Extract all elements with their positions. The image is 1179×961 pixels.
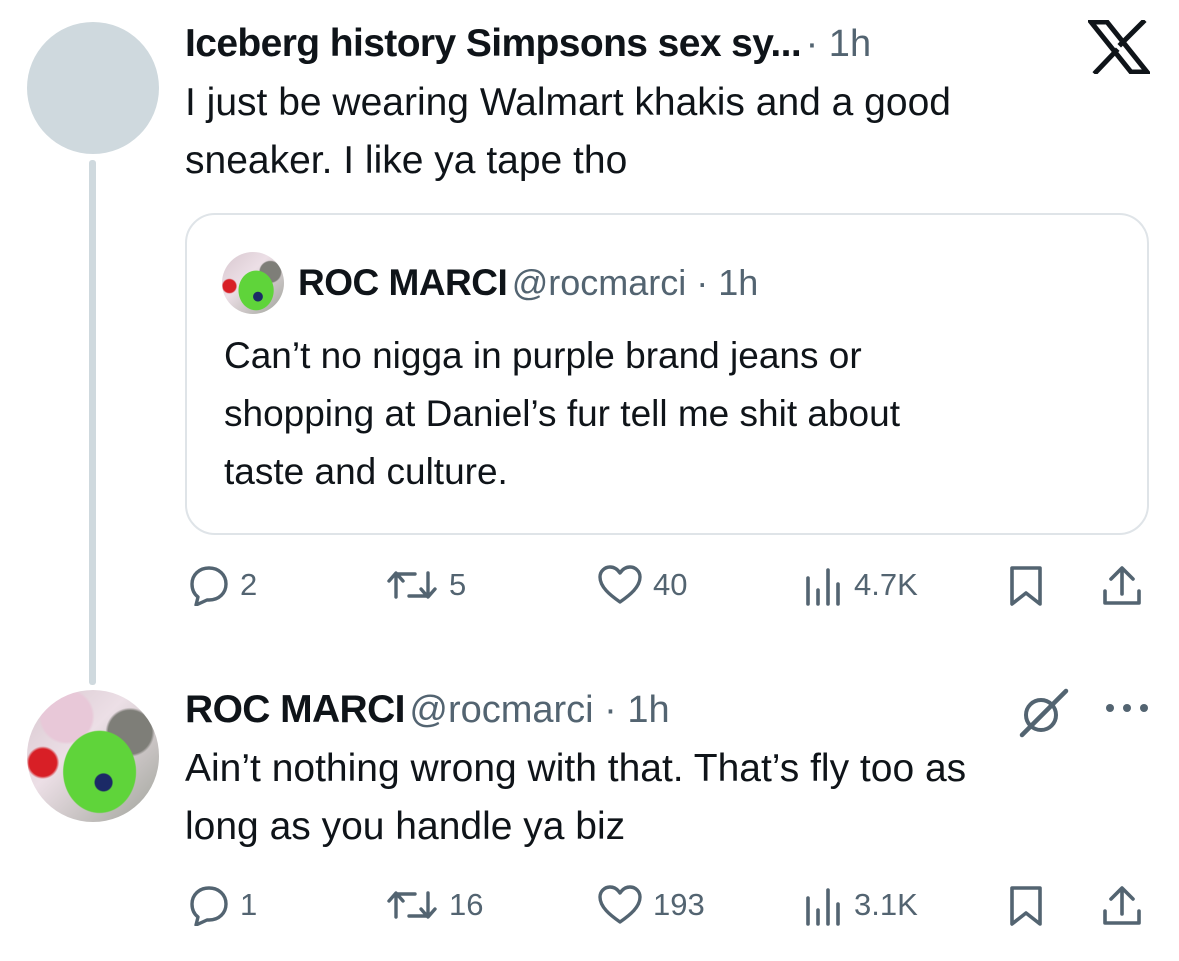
display-name[interactable]: ROC MARCI bbox=[185, 688, 406, 731]
repost-count: 16 bbox=[449, 887, 484, 922]
repost-icon bbox=[387, 571, 437, 599]
quote-header: ROC MARCI @rocmarci · 1h bbox=[298, 264, 758, 301]
tweet-text: I just be wearing Walmart khakis and a g… bbox=[185, 74, 1135, 190]
like-button[interactable]: 193 bbox=[597, 884, 705, 926]
display-name[interactable]: Iceberg history Simpsons sex sy... bbox=[185, 22, 802, 65]
timestamp[interactable]: · 1h bbox=[806, 23, 871, 65]
bookmark-icon[interactable] bbox=[1006, 564, 1046, 613]
reply-button[interactable]: 1 bbox=[188, 884, 257, 926]
handle-timestamp[interactable]: @rocmarci · 1h bbox=[409, 689, 669, 731]
views-button[interactable]: 4.7K bbox=[802, 564, 918, 606]
tweet-text-line: I just be wearing Walmart khakis and a g… bbox=[185, 81, 951, 124]
tweet-text-line: sneaker. I like ya tape tho bbox=[185, 139, 628, 182]
repost-icon bbox=[387, 891, 437, 919]
like-button[interactable]: 40 bbox=[597, 564, 687, 606]
quote-handle-time[interactable]: @rocmarci · 1h bbox=[512, 262, 759, 303]
quote-avatar[interactable] bbox=[222, 252, 284, 314]
tweet-text-line: Ain’t nothing wrong with that. That’s fl… bbox=[185, 747, 967, 790]
quote-display-name[interactable]: ROC MARCI bbox=[298, 262, 508, 303]
quote-text-line: shopping at Daniel’s fur tell me shit ab… bbox=[224, 393, 900, 434]
views-count: 4.7K bbox=[854, 567, 918, 602]
share-icon[interactable] bbox=[1100, 564, 1144, 613]
views-count: 3.1K bbox=[854, 887, 918, 922]
more-options-icon[interactable] bbox=[1104, 700, 1150, 721]
quote-text-line: taste and culture. bbox=[224, 451, 508, 492]
tweet-text: Ain’t nothing wrong with that. That’s fl… bbox=[185, 740, 1145, 856]
repost-button[interactable]: 5 bbox=[385, 564, 466, 606]
repost-count: 5 bbox=[449, 567, 467, 602]
bookmark-icon[interactable] bbox=[1006, 884, 1046, 933]
views-icon bbox=[806, 888, 840, 926]
like-count: 193 bbox=[653, 887, 705, 922]
views-icon bbox=[806, 568, 840, 606]
repost-button[interactable]: 16 bbox=[385, 884, 483, 926]
reply-icon bbox=[190, 886, 228, 926]
share-icon[interactable] bbox=[1100, 884, 1144, 933]
reply-icon bbox=[190, 566, 228, 606]
reply-button[interactable]: 2 bbox=[188, 564, 257, 606]
tweet-header: ROC MARCI @rocmarci · 1h bbox=[185, 690, 670, 729]
quote-text: Can’t no nigga in purple brand jeans or … bbox=[224, 327, 1124, 501]
avatar-placeholder[interactable] bbox=[27, 22, 159, 154]
reply-count: 1 bbox=[240, 887, 258, 922]
thread-connector-line bbox=[89, 160, 96, 685]
quote-text-line: Can’t no nigga in purple brand jeans or bbox=[224, 335, 862, 376]
tweet-text-line: long as you handle ya biz bbox=[185, 805, 626, 848]
x-logo-icon[interactable] bbox=[1085, 18, 1153, 76]
avatar[interactable] bbox=[27, 690, 159, 822]
reply-count: 2 bbox=[240, 567, 258, 602]
heart-icon bbox=[598, 885, 642, 924]
heart-icon bbox=[598, 565, 642, 604]
tweet-header: Iceberg history Simpsons sex sy... · 1h bbox=[185, 24, 871, 63]
grok-icon[interactable] bbox=[1016, 686, 1070, 745]
views-button[interactable]: 3.1K bbox=[802, 884, 918, 926]
like-count: 40 bbox=[653, 567, 688, 602]
